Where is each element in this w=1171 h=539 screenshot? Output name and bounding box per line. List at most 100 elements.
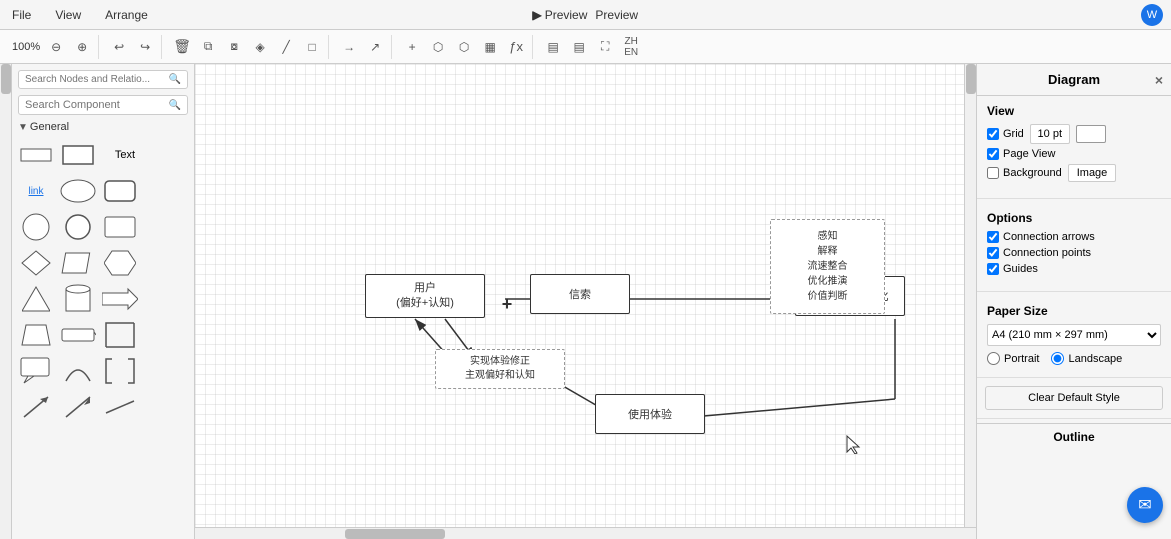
panel-right-btn[interactable]: ▤ [567, 35, 591, 59]
shape-hexagon[interactable] [100, 245, 140, 281]
background-checkbox[interactable] [987, 167, 999, 179]
fullscreen-btn[interactable]: ⛶ [593, 35, 617, 59]
general-label: General [30, 121, 69, 133]
landscape-radio[interactable] [1051, 352, 1064, 365]
shape-triangle[interactable] [16, 281, 56, 317]
clear-style-button[interactable]: Clear Default Style [985, 386, 1163, 410]
preview-button[interactable]: ▶ ▶ Preview Preview [533, 8, 638, 22]
shape-arrow-up[interactable] [58, 389, 98, 425]
shapes-btn[interactable]: ⬡ [426, 35, 450, 59]
shape-parallelogram[interactable] [58, 245, 98, 281]
canvas-hscroll[interactable] [195, 527, 976, 539]
landscape-text: Landscape [1068, 353, 1122, 365]
shape-wave[interactable] [58, 317, 98, 353]
shape-trapezoid[interactable] [16, 317, 56, 353]
search-nodes-box: 🔍 [18, 70, 188, 89]
box-btn[interactable]: □ [300, 35, 324, 59]
shape-cylinder[interactable] [58, 281, 98, 317]
shape-corner[interactable] [100, 317, 140, 353]
panel-title: Diagram × [977, 64, 1171, 96]
delete-btn[interactable]: 🗑 [170, 35, 194, 59]
copy-btn[interactable]: ⧉ [196, 35, 220, 59]
portrait-label[interactable]: Portrait [987, 352, 1039, 365]
page-view-checkbox[interactable] [987, 148, 999, 160]
connection-points-label[interactable]: Connection points [987, 247, 1091, 259]
line-color-btn[interactable]: ╱ [274, 35, 298, 59]
node-user[interactable]: 用户 (偏好+认知) [365, 274, 485, 318]
chat-fab-container: ✉ [977, 450, 1171, 458]
shape-bracket[interactable] [100, 353, 140, 389]
node-correct[interactable]: 实现体验修正 主观偏好和认知 [435, 349, 565, 389]
chat-fab-button[interactable]: ✉ [1127, 487, 1163, 523]
shape-arrow-up-right[interactable] [16, 389, 56, 425]
image-button[interactable]: Image [1068, 164, 1117, 182]
shape-text[interactable]: Text [100, 137, 150, 173]
panel-left-btn[interactable]: ▤ [541, 35, 565, 59]
shape-circle[interactable] [16, 209, 56, 245]
zoom-out-btn[interactable]: ⊖ [44, 35, 68, 59]
search-nodes-input[interactable] [25, 74, 169, 85]
zoom-in-btn[interactable]: ⊕ [70, 35, 94, 59]
grid-row: Grid [987, 124, 1161, 144]
menu-view[interactable]: View [51, 6, 85, 24]
shape-diamond[interactable] [16, 245, 56, 281]
page-view-label[interactable]: Page View [987, 148, 1055, 160]
paste-btn[interactable]: ⧇ [222, 35, 246, 59]
node-perception[interactable]: 感知 解释 流速整合 优化推演 价值判断 [770, 219, 885, 314]
page-view-text: Page View [1003, 148, 1055, 160]
divider2 [977, 291, 1171, 292]
undo-btn[interactable]: ↩ [107, 35, 131, 59]
search-component-input[interactable] [25, 99, 169, 111]
menu-arrange[interactable]: Arrange [101, 6, 152, 24]
arrow-btn[interactable]: → [337, 35, 361, 59]
waypoint-btn[interactable]: ↗ [363, 35, 387, 59]
grid-checkbox[interactable] [987, 128, 999, 140]
lang-btn[interactable]: ZH EN [619, 35, 643, 59]
connection-points-checkbox[interactable] [987, 247, 999, 259]
node-info[interactable]: 信索 [530, 274, 630, 314]
panel-title-text: Diagram [1048, 72, 1100, 87]
options-title: Options [987, 211, 1161, 225]
canvas-vscroll[interactable] [964, 64, 976, 527]
formula-btn[interactable]: ƒx [504, 35, 528, 59]
zoom-label: 100% [10, 41, 42, 53]
grid-value-input[interactable] [1030, 124, 1070, 144]
guides-checkbox[interactable] [987, 263, 999, 275]
preview-label: ▶ Preview [532, 8, 587, 22]
network-btn[interactable]: ⬡ [452, 35, 476, 59]
shape-rect-thick[interactable] [58, 137, 98, 173]
portrait-radio[interactable] [987, 352, 1000, 365]
paper-size-select[interactable]: A4 (210 mm × 297 mm) [987, 324, 1161, 346]
shape-curve[interactable] [58, 353, 98, 389]
guides-row: Guides [987, 263, 1161, 275]
connection-arrows-label[interactable]: Connection arrows [987, 231, 1095, 243]
shape-link[interactable]: link [16, 173, 56, 209]
shape-ellipse[interactable] [58, 173, 98, 209]
connection-arrows-checkbox[interactable] [987, 231, 999, 243]
redo-btn[interactable]: ↪ [133, 35, 157, 59]
panel-close-btn[interactable]: × [1155, 72, 1163, 88]
user-avatar[interactable]: W [1141, 4, 1163, 26]
search-component-box: 🔍 [18, 95, 188, 115]
shape-arrow-right[interactable] [100, 281, 140, 317]
grid-color-box[interactable] [1076, 125, 1106, 143]
shape-line[interactable] [100, 389, 140, 425]
landscape-label[interactable]: Landscape [1051, 352, 1122, 365]
node-info-text: 信索 [569, 286, 591, 302]
shape-circle-thick[interactable] [58, 209, 98, 245]
guides-label[interactable]: Guides [987, 263, 1038, 275]
grid-checkbox-label[interactable]: Grid [987, 128, 1024, 140]
shape-rect-thin[interactable] [16, 137, 56, 173]
layers-btn[interactable]: ▦ [478, 35, 502, 59]
menu-file[interactable]: File [8, 6, 35, 24]
shape-rect-rounded2[interactable] [100, 209, 140, 245]
node-experience[interactable]: 使用体验 [595, 394, 705, 434]
shapes-scroll[interactable]: ▼ General Text [12, 117, 194, 539]
general-section-header: ▼ General [12, 117, 194, 137]
left-vscroll[interactable] [0, 64, 12, 539]
insert-btn[interactable]: + [400, 35, 424, 59]
cursor [845, 434, 861, 457]
shape-rounded-rect[interactable] [100, 173, 140, 209]
shape-callout[interactable] [16, 353, 56, 389]
fill-btn[interactable]: ◈ [248, 35, 272, 59]
